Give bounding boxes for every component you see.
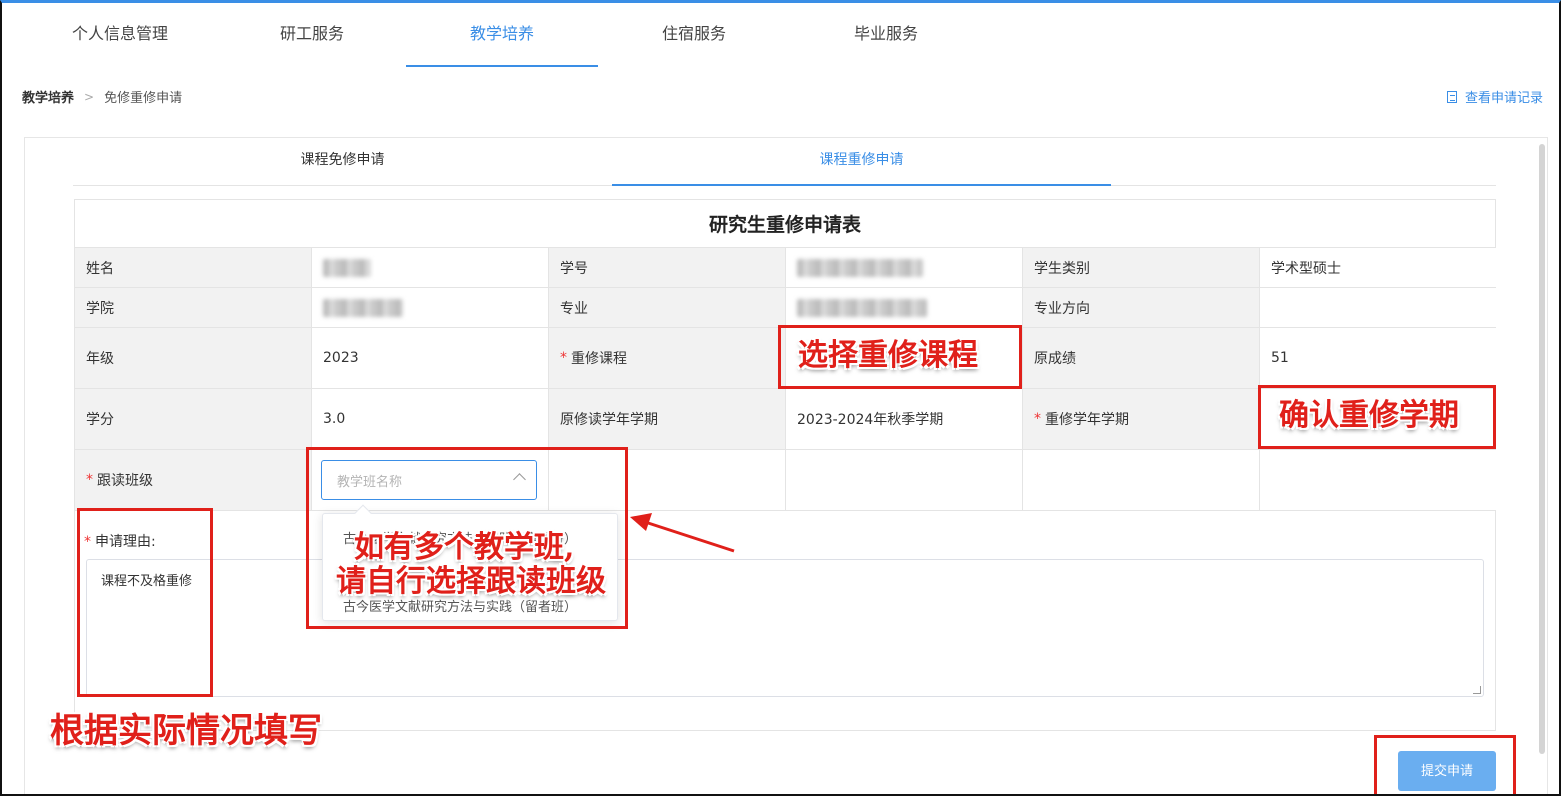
breadcrumb-root[interactable]: 教学培养 — [22, 87, 74, 106]
value-major — [786, 288, 1023, 327]
label-retake-term: * 重修学年学期 — [1023, 389, 1260, 449]
label-name: 姓名 — [75, 248, 312, 287]
label-follow-class: * 跟读班级 — [75, 450, 312, 510]
label-student-id: 学号 — [549, 248, 786, 287]
nav-tab-graduation[interactable]: 毕业服务 — [790, 21, 982, 67]
empty-cell — [1023, 450, 1260, 510]
page-frame: 个人信息管理 研工服务 教学培养 住宿服务 毕业服务 教学培养 > 免修重修申请… — [0, 0, 1561, 796]
value-student-id — [786, 248, 1023, 287]
annotation-box-reason — [77, 508, 213, 697]
resize-handle-icon[interactable] — [1473, 686, 1481, 694]
value-original-term: 2023-2024年秋季学期 — [786, 389, 1023, 449]
annotation-confirm-term: 确认重修学期 — [1279, 398, 1459, 433]
empty-cell — [786, 450, 1023, 510]
tab-course-retake[interactable]: 课程重修申请 — [612, 138, 1111, 186]
view-history-link[interactable]: 查看申请记录 — [1446, 87, 1543, 106]
form-row-name: 姓名 学号 学生类别 学术型硕士 — [75, 248, 1497, 288]
annotation-box-submit — [1374, 735, 1516, 794]
annotation-multi-class-1: 如有多个教学班, — [354, 530, 575, 565]
document-icon — [1446, 90, 1457, 103]
annotation-arrow-icon — [630, 513, 735, 553]
value-credits: 3.0 — [312, 389, 549, 449]
label-college: 学院 — [75, 288, 312, 327]
form-title: 研究生重修申请表 — [75, 200, 1495, 248]
breadcrumb: 教学培养 > 免修重修申请 — [22, 87, 183, 107]
label-credits: 学分 — [75, 389, 312, 449]
nav-tab-teaching[interactable]: 教学培养 — [406, 21, 598, 67]
label-major: 专业 — [549, 288, 786, 327]
tab-course-exemption[interactable]: 课程免修申请 — [73, 138, 612, 186]
chevron-right-icon: > — [84, 89, 95, 104]
value-student-type: 学术型硕士 — [1260, 248, 1497, 287]
scrollbar[interactable] — [1537, 144, 1547, 754]
nav-tab-personal-info[interactable]: 个人信息管理 — [24, 21, 216, 67]
sub-tabs: 课程免修申请 课程重修申请 — [73, 138, 1496, 186]
label-major-direction: 专业方向 — [1023, 288, 1260, 327]
label-original-score: 原成绩 — [1023, 328, 1260, 388]
annotation-multi-class-2: 请自行选择跟读班级 — [336, 564, 606, 599]
nav-tab-housing[interactable]: 住宿服务 — [598, 21, 790, 67]
empty-cell — [1260, 450, 1497, 510]
reason-textarea[interactable]: 课程不及格重修 — [86, 559, 1484, 697]
nav-tab-work-service[interactable]: 研工服务 — [216, 21, 408, 67]
value-name — [312, 248, 549, 287]
top-nav: 个人信息管理 研工服务 教学培养 住宿服务 毕业服务 — [2, 3, 1559, 67]
label-student-type: 学生类别 — [1023, 248, 1260, 287]
form-row-follow-class: * 跟读班级 教学班名称 — [75, 450, 1497, 511]
value-college — [312, 288, 549, 327]
annotation-select-course: 选择重修课程 — [798, 338, 978, 373]
label-retake-course: * 重修课程 — [549, 328, 786, 388]
annotation-fill-actual: 根据实际情况填写 — [50, 711, 322, 751]
value-original-score: 51 — [1260, 328, 1497, 388]
value-major-direction — [1260, 288, 1497, 327]
label-grade: 年级 — [75, 328, 312, 388]
scrollbar-thumb[interactable] — [1539, 144, 1545, 754]
breadcrumb-current: 免修重修申请 — [104, 91, 183, 106]
label-original-term: 原修读学年学期 — [549, 389, 786, 449]
view-history-label: 查看申请记录 — [1464, 91, 1543, 106]
value-grade: 2023 — [312, 328, 549, 388]
form-row-college: 学院 专业 专业方向 — [75, 288, 1497, 328]
